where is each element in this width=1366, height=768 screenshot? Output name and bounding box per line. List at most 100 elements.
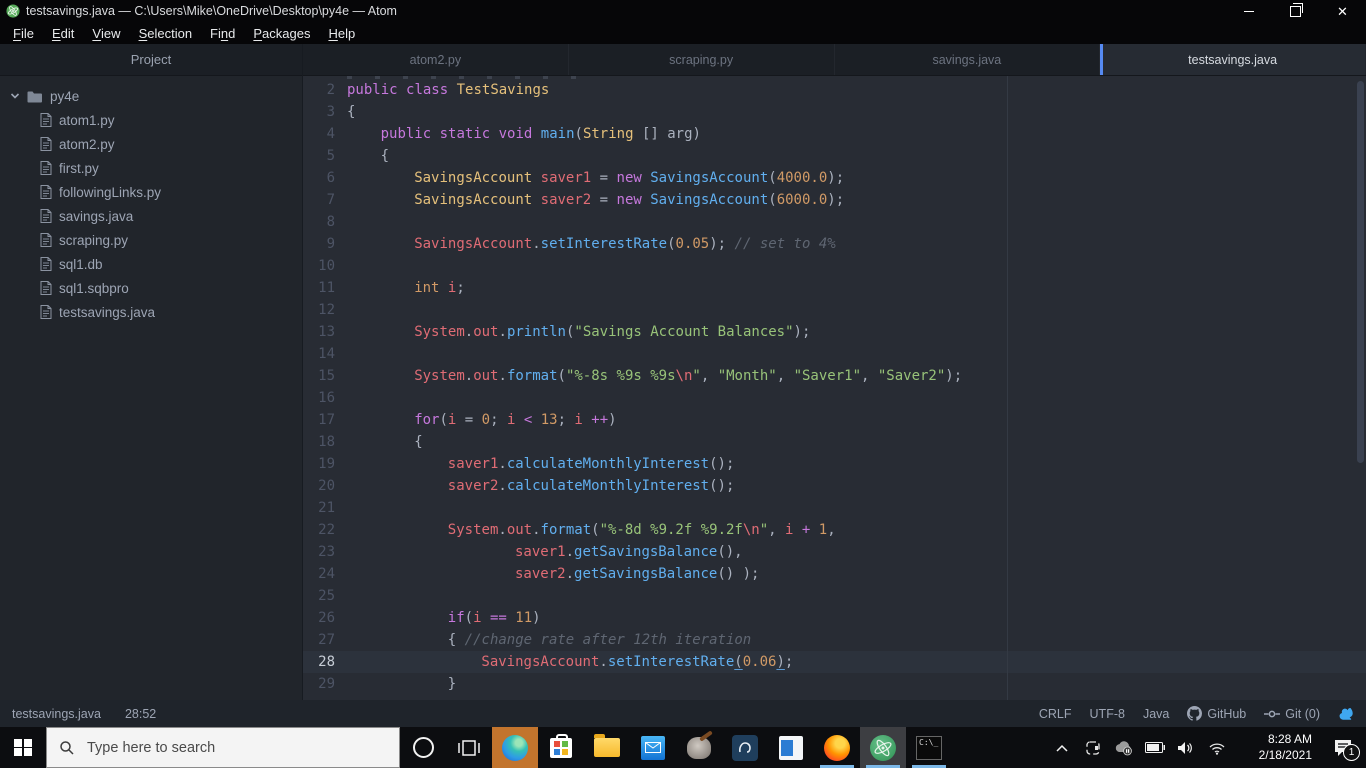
code-line-11[interactable]: 11 int i; [303, 277, 1366, 299]
code-line-22[interactable]: 22 System.out.format("%-8d %9.2f %9.2f\n"… [303, 519, 1366, 541]
restore-button[interactable] [1272, 0, 1319, 22]
project-panel-header[interactable]: Project [0, 44, 302, 76]
start-button[interactable] [0, 727, 46, 768]
search-input[interactable] [85, 738, 369, 757]
menu-view[interactable]: View [83, 22, 129, 44]
status-item-crlf[interactable]: CRLF [1039, 707, 1072, 721]
status-cursor-position[interactable]: 28:52 [125, 707, 156, 721]
tree-file-sql1.db[interactable]: sql1.db [0, 252, 302, 276]
code-line-7[interactable]: 7 SavingsAccount saver2 = new SavingsAcco… [303, 189, 1366, 211]
taskbar-search[interactable] [46, 727, 400, 768]
snip-tray-button[interactable] [1079, 727, 1106, 768]
editor-scrollbar[interactable] [1357, 81, 1364, 463]
menu-help[interactable]: Help [319, 22, 364, 44]
tree-file-sql1.sqbpro[interactable]: sql1.sqbpro [0, 276, 302, 300]
tree-file-savings.java[interactable]: savings.java [0, 204, 302, 228]
line-number: 20 [318, 478, 335, 494]
tray-chevron-button[interactable] [1048, 727, 1075, 768]
firefox-button[interactable] [814, 727, 860, 768]
code-line-28[interactable]: 28 SavingsAccount.setInterestRate(0.06); [303, 651, 1366, 673]
code-line-12[interactable]: 12 [303, 299, 1366, 321]
menu-packages[interactable]: Packages [244, 22, 319, 44]
code-line-27[interactable]: 27 { //change rate after 12th iteration [303, 629, 1366, 651]
code-line-5[interactable]: 5{ [303, 145, 1366, 167]
action-center-button[interactable]: 1 [1322, 727, 1364, 768]
github-button[interactable]: GitHub [1187, 706, 1246, 721]
gimp-button[interactable] [676, 727, 722, 768]
code-line-24[interactable]: 24 saver2.getSavingsBalance() ); [303, 563, 1366, 585]
code-line-21[interactable]: 21 [303, 497, 1366, 519]
speaker-icon [1177, 741, 1192, 754]
code-line-4[interactable]: 4 public static void main(String [] arg) [303, 123, 1366, 145]
code-line-9[interactable]: 9 SavingsAccount.setInterestRate(0.05); /… [303, 233, 1366, 255]
sqlite-app-button[interactable] [768, 727, 814, 768]
code-text: public class TestSavings [347, 82, 550, 98]
title-bar: testsavings.java — C:\Users\Mike\OneDriv… [0, 0, 1366, 22]
clock-date: 2/18/2021 [1258, 747, 1312, 762]
pgadmin-button[interactable] [722, 727, 768, 768]
tree-file-followingLinks.py[interactable]: followingLinks.py [0, 180, 302, 204]
battery-tray-button[interactable] [1141, 727, 1168, 768]
minimize-button[interactable] [1225, 0, 1272, 22]
wifi-tray-button[interactable] [1203, 727, 1230, 768]
code-line-20[interactable]: 20 saver2.calculateMonthlyInterest(); [303, 475, 1366, 497]
code-text: public static void main(String [] arg) [380, 126, 701, 142]
code-line-8[interactable]: 8 [303, 211, 1366, 233]
squirrel-icon[interactable] [1338, 706, 1354, 722]
code-line-13[interactable]: 13 System.out.println("Savings Account Ba… [303, 321, 1366, 343]
code-line-23[interactable]: 23 saver1.getSavingsBalance(), [303, 541, 1366, 563]
code-text: saver2.getSavingsBalance() ); [515, 566, 760, 582]
menu-file[interactable]: File [4, 22, 43, 44]
code-editor[interactable]: 2 public class TestSavings 3{4 public stati… [303, 76, 1366, 700]
file-name: first.py [59, 160, 99, 176]
menu-edit[interactable]: Edit [43, 22, 83, 44]
file-explorer-button[interactable] [584, 727, 630, 768]
menu-selection[interactable]: Selection [130, 22, 201, 44]
onedrive-tray-button[interactable] [1110, 727, 1137, 768]
code-line-18[interactable]: 18 { [303, 431, 1366, 453]
atom-button[interactable] [860, 727, 906, 768]
code-line-19[interactable]: 19 saver1.calculateMonthlyInterest(); [303, 453, 1366, 475]
code-line-6[interactable]: 6 SavingsAccount saver1 = new SavingsAcco… [303, 167, 1366, 189]
volume-tray-button[interactable] [1172, 727, 1199, 768]
status-filename[interactable]: testsavings.java [12, 707, 101, 721]
line-number: 23 [318, 544, 335, 560]
tree-file-scraping.py[interactable]: scraping.py [0, 228, 302, 252]
line-number: 25 [318, 588, 335, 604]
edge-button[interactable] [492, 727, 538, 768]
line-number: 15 [318, 368, 335, 384]
close-button[interactable]: ✕ [1319, 0, 1366, 22]
code-line-10[interactable]: 10 [303, 255, 1366, 277]
code-line-26[interactable]: 26 if(i == 11) [303, 607, 1366, 629]
task-view-button[interactable] [446, 727, 492, 768]
code-line-16[interactable]: 16 [303, 387, 1366, 409]
code-line-3[interactable]: 3{ [303, 101, 1366, 123]
mail-button[interactable] [630, 727, 676, 768]
tree-file-atom1.py[interactable]: atom1.py [0, 108, 302, 132]
tree-file-testsavings.java[interactable]: testsavings.java [0, 300, 302, 324]
git-button[interactable]: Git (0) [1264, 707, 1320, 721]
tab-testsavings.java[interactable]: testsavings.java [1100, 44, 1366, 75]
tree-file-first.py[interactable]: first.py [0, 156, 302, 180]
status-item-utf-8[interactable]: UTF-8 [1090, 707, 1125, 721]
code-line-25[interactable]: 25 [303, 585, 1366, 607]
cortana-button[interactable] [400, 727, 446, 768]
line-number: 21 [318, 500, 335, 516]
atom-app-icon [6, 4, 20, 18]
menu-find[interactable]: Fi n d [201, 22, 244, 44]
code-line-15[interactable]: 15 System.out.format("%-8s %9s %9s\n", "M… [303, 365, 1366, 387]
tab-scraping.py[interactable]: scraping.py [569, 44, 835, 75]
code-lines: 2 public class TestSavings 3{4 public stati… [303, 79, 1366, 695]
tree-file-atom2.py[interactable]: atom2.py [0, 132, 302, 156]
tab-savings.java[interactable]: savings.java [835, 44, 1101, 75]
status-item-java[interactable]: Java [1143, 707, 1169, 721]
command-prompt-button[interactable]: C:\_ [906, 727, 952, 768]
tree-folder-py4e[interactable]: py4e [0, 84, 302, 108]
code-line-17[interactable]: 17 for(i = 0; i < 13; i ++) [303, 409, 1366, 431]
store-button[interactable] [538, 727, 584, 768]
code-line-2[interactable]: 2 public class TestSavings [303, 79, 1366, 101]
taskbar-clock[interactable]: 8:28 AM 2/18/2021 [1240, 732, 1312, 763]
code-line-14[interactable]: 14 [303, 343, 1366, 365]
tab-atom2.py[interactable]: atom2.py [303, 44, 569, 75]
code-line-29[interactable]: 29} [303, 673, 1366, 695]
